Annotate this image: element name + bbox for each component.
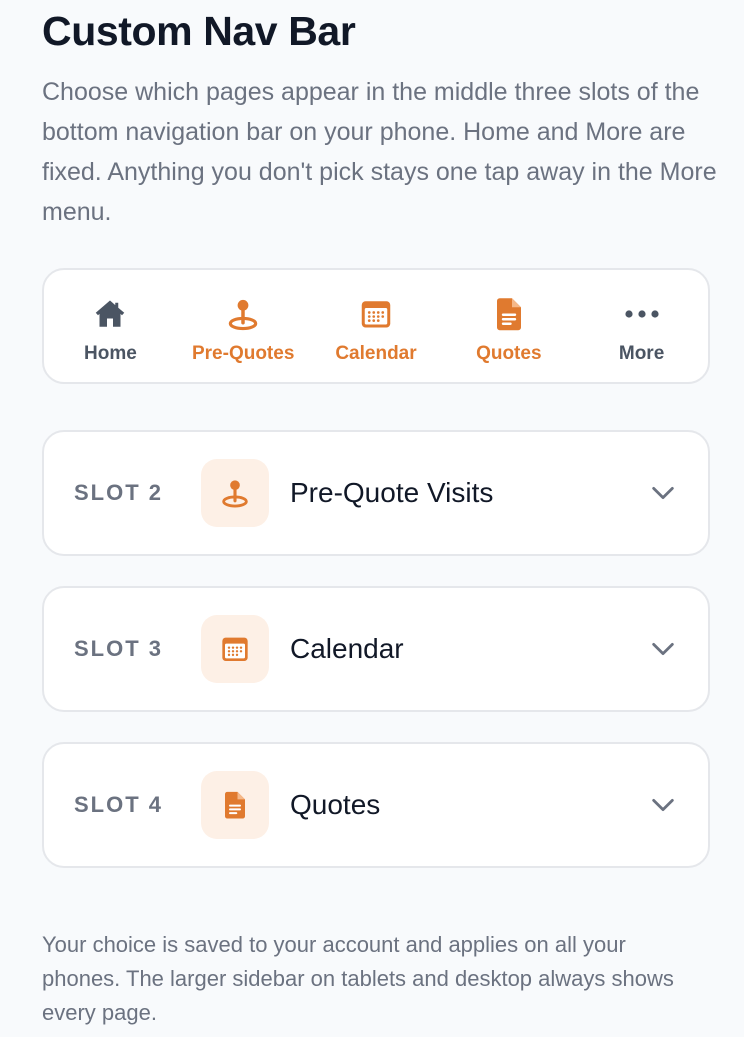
nav-bar-preview: Home Pre-Quotes Calendar Quotes More bbox=[42, 268, 710, 384]
nav-item-quotes: Quotes bbox=[442, 270, 575, 382]
slot-label: SLOT 3 bbox=[74, 636, 164, 661]
slot-label: SLOT 2 bbox=[74, 480, 164, 505]
slot-selected-value: Calendar bbox=[290, 633, 404, 664]
nav-item-pre-quotes: Pre-Quotes bbox=[177, 270, 310, 382]
slot-4-select[interactable]: SLOT 4 Quotes bbox=[42, 742, 710, 868]
chevron-down-icon[interactable] bbox=[648, 790, 678, 820]
map-pin-icon bbox=[223, 294, 263, 334]
chevron-down-icon[interactable] bbox=[648, 478, 678, 508]
nav-item-label: Pre-Quotes bbox=[191, 342, 295, 364]
custom-nav-bar-page: Custom Nav Bar Choose which pages appear… bbox=[0, 0, 744, 1037]
slot-2-select[interactable]: SLOT 2 Pre-Quote Visits bbox=[42, 430, 710, 556]
page-title: Custom Nav Bar bbox=[42, 8, 356, 54]
nav-item-label: Calendar bbox=[335, 342, 417, 364]
page-intro: Choose which pages appear in the middle … bbox=[42, 78, 717, 226]
footer-note: Your choice is saved to your account and… bbox=[42, 932, 674, 1025]
nav-item-label: More bbox=[618, 342, 665, 364]
chevron-down-icon[interactable] bbox=[648, 634, 678, 664]
calendar-icon bbox=[356, 294, 396, 334]
slot-3-select[interactable]: SLOT 3 Calendar bbox=[42, 586, 710, 712]
document-icon bbox=[201, 771, 269, 839]
slot-label: SLOT 4 bbox=[74, 792, 164, 817]
nav-item-home: Home bbox=[44, 270, 177, 382]
slot-selected-value: Quotes bbox=[290, 789, 381, 820]
nav-item-label: Home bbox=[84, 342, 137, 364]
slot-selected-value: Pre-Quote Visits bbox=[290, 477, 494, 508]
map-pin-icon bbox=[201, 459, 269, 527]
house-icon bbox=[90, 294, 130, 334]
ellipsis-icon bbox=[622, 294, 662, 334]
nav-item-more: More bbox=[575, 270, 708, 382]
document-icon bbox=[489, 294, 529, 334]
calendar-icon bbox=[201, 615, 269, 683]
nav-item-calendar: Calendar bbox=[310, 270, 443, 382]
nav-item-label: Quotes bbox=[476, 342, 542, 364]
